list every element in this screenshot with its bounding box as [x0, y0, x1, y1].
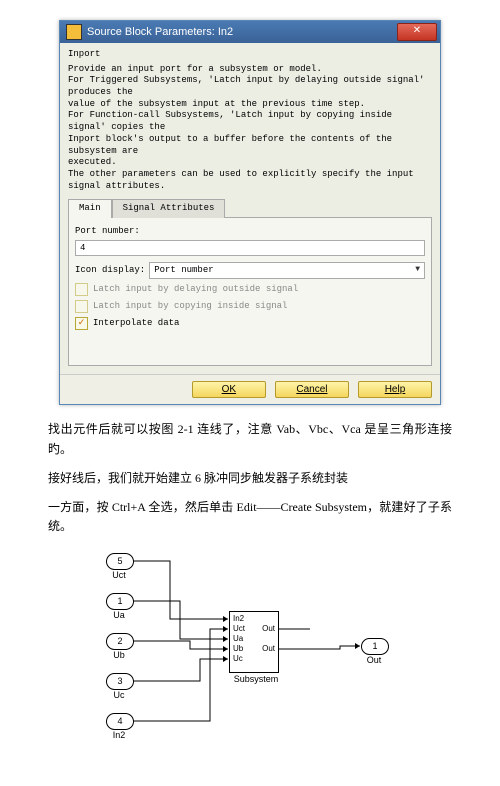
port-number-label: Port number:	[75, 226, 425, 238]
sub-in-1: Uct	[233, 624, 245, 633]
paragraph-3: 一方面，按 Ctrl+A 全选，然后单击 Edit——Create Subsys…	[48, 498, 452, 536]
dialog-titlebar[interactable]: Source Block Parameters: In2 ✕	[60, 21, 440, 43]
close-button[interactable]: ✕	[397, 23, 437, 41]
dialog-window: Source Block Parameters: In2 ✕ Inport Pr…	[59, 20, 441, 405]
dialog-body: Inport Provide an input port for a subsy…	[60, 43, 440, 374]
cancel-button[interactable]: Cancel	[275, 381, 349, 398]
sub-in-2: Ua	[233, 634, 243, 643]
icon-display-select[interactable]: Port number ▼	[149, 262, 425, 280]
sub-out-1: Out	[262, 644, 275, 653]
tab-pane-main: Port number: Icon display: Port number ▼…	[68, 217, 432, 366]
section-heading: Inport	[68, 49, 432, 64]
section-description: Provide an input port for a subsystem or…	[68, 64, 432, 193]
sub-out-0: Out	[262, 624, 275, 633]
subsystem-block: In2 Uct Ua Ub Uc Out Out	[229, 611, 279, 673]
sub-in-0: In2	[233, 614, 244, 623]
chevron-down-icon: ▼	[415, 265, 420, 275]
checkbox-latch-copy-label: Latch input by copying inside signal	[93, 301, 287, 313]
inport-block-2: 2	[106, 633, 134, 650]
tab-strip: MainSignal Attributes	[68, 198, 432, 217]
checkbox-latch-copy	[75, 300, 88, 313]
inport-block-3: 3	[106, 673, 134, 690]
help-button[interactable]: Help	[358, 381, 432, 398]
inport-label-in2: In2	[104, 730, 134, 740]
tab-main[interactable]: Main	[68, 199, 112, 218]
inport-label-ub: Ub	[104, 650, 134, 660]
paragraph-2: 接好线后，我们就开始建立 6 脉冲同步触发器子系统封装	[48, 469, 452, 488]
inport-label-uct: Uct	[104, 570, 134, 580]
icon-display-label: Icon display:	[75, 265, 145, 277]
checkbox-interpolate-label: Interpolate data	[93, 318, 179, 330]
sub-in-4: Uc	[233, 654, 243, 663]
outport-label-out: Out	[359, 655, 389, 665]
checkbox-latch-delay-label: Latch input by delaying outside signal	[93, 284, 298, 296]
inport-label-uc: Uc	[104, 690, 134, 700]
inport-block-1: 1	[106, 593, 134, 610]
icon-display-value: Port number	[154, 265, 213, 277]
dialog-title: Source Block Parameters: In2	[87, 26, 233, 38]
checkbox-latch-delay	[75, 283, 88, 296]
app-icon	[66, 24, 82, 40]
inport-block-4: 4	[106, 713, 134, 730]
checkbox-interpolate[interactable]	[75, 317, 88, 330]
ok-button[interactable]: OK	[192, 381, 266, 398]
outport-block-1: 1	[361, 638, 389, 655]
paragraph-1: 找出元件后就可以按图 2-1 连线了，注意 Vab、Vbc、Vca 是呈三角形连…	[48, 420, 452, 458]
simulink-diagram: 5 Uct 1 Ua 2 Ub 3 Uc 4 In2 In2 Uct Ua Ub…	[80, 546, 420, 766]
tab-signal-attributes[interactable]: Signal Attributes	[112, 199, 226, 218]
dialog-button-row: OK Cancel Help	[60, 374, 440, 404]
sub-in-3: Ub	[233, 644, 243, 653]
inport-label-ua: Ua	[104, 610, 134, 620]
subsystem-label: Subsystem	[232, 674, 280, 684]
port-number-input[interactable]	[75, 240, 425, 256]
inport-block-5: 5	[106, 553, 134, 570]
